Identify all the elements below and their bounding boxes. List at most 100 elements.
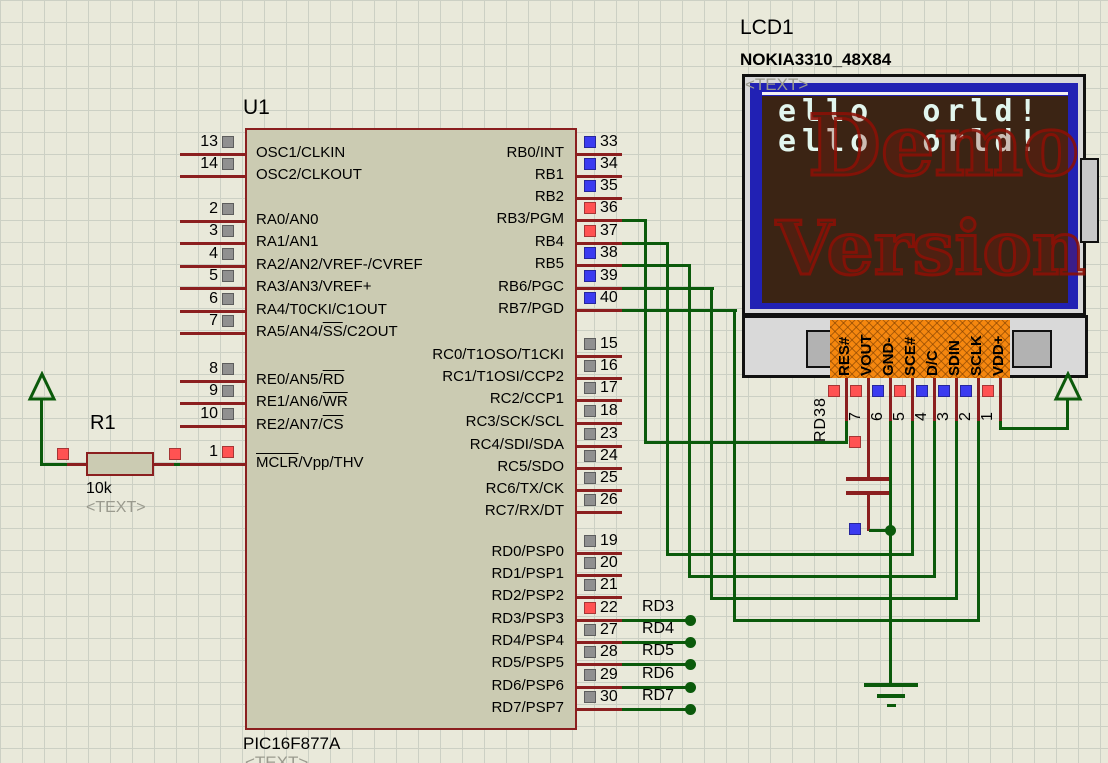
- pin-number-8: 8: [150, 360, 218, 378]
- component-lead[interactable]: [154, 463, 176, 466]
- mcu-pin-label: RB1: [300, 166, 564, 184]
- mcu-part-label[interactable]: PIC16F877A: [243, 734, 340, 754]
- wire-segment[interactable]: [999, 427, 1069, 430]
- component-lead[interactable]: [867, 421, 870, 477]
- wire-segment[interactable]: [733, 619, 980, 622]
- component-lead[interactable]: [846, 477, 892, 481]
- mcu-pin-label: RB6/PGC: [300, 278, 564, 296]
- wire-segment[interactable]: [955, 420, 958, 600]
- wire-segment[interactable]: [666, 553, 914, 556]
- demo-watermark-line-2: Version: [776, 212, 1086, 286]
- wire-segment[interactable]: [911, 420, 914, 556]
- mcu-pin-stub-30[interactable]: [577, 708, 622, 711]
- wire-segment[interactable]: [622, 242, 668, 245]
- pin-state-square-3: [222, 225, 234, 237]
- ground-symbol-bar[interactable]: [864, 683, 918, 687]
- resistor-value-label[interactable]: 10k: [86, 480, 112, 498]
- mcu-pin-stub-14[interactable]: [180, 175, 245, 178]
- wire-segment[interactable]: [40, 399, 43, 466]
- pin-number-10: 10: [150, 405, 218, 423]
- lcd-pin-number-7: 7: [848, 393, 864, 421]
- pin-number-40: 40: [600, 289, 618, 307]
- wire-segment[interactable]: [622, 264, 691, 267]
- pin-number-24: 24: [600, 447, 618, 465]
- junction-dot: [685, 615, 696, 626]
- wire-segment[interactable]: [733, 309, 736, 622]
- ground-symbol-bar[interactable]: [887, 704, 896, 707]
- wire-segment[interactable]: [977, 420, 980, 622]
- wire-segment[interactable]: [622, 708, 688, 711]
- mcu-pin-stub-1[interactable]: [180, 463, 245, 466]
- lcd-pin-number-2: 2: [958, 393, 974, 421]
- pin-state-square-25: [584, 472, 596, 484]
- lcd-text-placeholder: <TEXT>: [745, 75, 808, 95]
- lcd-net-label-RD3[interactable]: RD38: [812, 378, 830, 442]
- pin-state-square-33: [584, 136, 596, 148]
- wire-segment[interactable]: [644, 219, 647, 444]
- junction-dot: [685, 682, 696, 693]
- mcu-ref-label[interactable]: U1: [243, 96, 270, 120]
- wire-segment[interactable]: [688, 575, 936, 578]
- power-arrow-icon[interactable]: [1053, 371, 1083, 401]
- ground-symbol-bar[interactable]: [877, 694, 905, 698]
- pin-number-6: 6: [150, 290, 218, 308]
- wire-segment[interactable]: [622, 309, 737, 312]
- wire-segment[interactable]: [622, 219, 646, 222]
- resistor-ref-label[interactable]: R1: [90, 412, 116, 435]
- resistor-body[interactable]: [86, 452, 154, 476]
- wire-segment[interactable]: [1066, 400, 1069, 430]
- pin-number-16: 16: [600, 357, 618, 375]
- mcu-pin-label: RB0/INT: [300, 144, 564, 162]
- lcd-pin-number-1: 1: [980, 393, 996, 421]
- wire-segment[interactable]: [42, 463, 67, 466]
- pin-state-square-26: [584, 494, 596, 506]
- mcu-pin-label: RB3/PGM: [300, 210, 564, 228]
- pin-state-square-37: [584, 225, 596, 237]
- mcu-pin-stub-10[interactable]: [180, 425, 245, 428]
- net-label-RD7[interactable]: RD7: [642, 687, 674, 705]
- pin-state-square-30: [584, 691, 596, 703]
- pin-number-39: 39: [600, 267, 618, 285]
- wire-segment[interactable]: [845, 420, 848, 444]
- lcd-pin-number-3: 3: [936, 393, 952, 421]
- mcu-pin-label: RD7/PSP7: [300, 699, 564, 717]
- pin-state-square-29: [584, 669, 596, 681]
- state-square: [849, 523, 861, 535]
- wire-segment[interactable]: [710, 287, 713, 600]
- wire-segment[interactable]: [889, 420, 892, 685]
- net-label-RD4[interactable]: RD4: [642, 620, 674, 638]
- power-arrow-icon[interactable]: [27, 371, 57, 401]
- pin-number-4: 4: [150, 245, 218, 263]
- net-label-RD5[interactable]: RD5: [642, 642, 674, 660]
- mcu-pin-label: RD3/PSP3: [300, 610, 564, 628]
- resistor-text-placeholder: <TEXT>: [86, 499, 146, 517]
- pin-number-5: 5: [150, 267, 218, 285]
- component-lead[interactable]: [65, 463, 86, 466]
- schematic-canvas[interactable]: U1 PIC16F877A <TEXT> R1 10k <TEXT> ello …: [0, 0, 1108, 763]
- mcu-pin-label: RC1/T1OSI/CCP2: [300, 368, 564, 386]
- wire-segment[interactable]: [622, 287, 714, 290]
- pin-state-square-34: [584, 158, 596, 170]
- mcu-pin-stub-40[interactable]: [577, 309, 622, 312]
- pin-state-square-16: [584, 360, 596, 372]
- wire-segment[interactable]: [933, 420, 936, 578]
- wire-segment[interactable]: [710, 597, 958, 600]
- pin-number-21: 21: [600, 576, 618, 594]
- mcu-pin-stub-26[interactable]: [577, 511, 622, 514]
- net-label-RD6[interactable]: RD6: [642, 665, 674, 683]
- mcu-pin-label: RB4: [300, 233, 564, 251]
- junction-dot: [685, 659, 696, 670]
- net-label-RD3[interactable]: RD3: [642, 598, 674, 616]
- pin-state-square-22: [584, 602, 596, 614]
- lcd-pin-number-6: 6: [870, 393, 886, 421]
- state-square: [849, 436, 861, 448]
- junction-dot: [885, 525, 896, 536]
- pin-number-15: 15: [600, 335, 618, 353]
- component-lead[interactable]: [867, 495, 870, 531]
- mcu-pin-stub-7[interactable]: [180, 332, 245, 335]
- lcd-part-label[interactable]: NOKIA3310_48X84: [740, 50, 891, 70]
- lcd-ref-label[interactable]: LCD1: [740, 16, 794, 40]
- mcu-pin-label: RD4/PSP4: [300, 632, 564, 650]
- lcd-pin-stub-1[interactable]: [999, 377, 1002, 421]
- mcu-pin-label: RB5: [300, 255, 564, 273]
